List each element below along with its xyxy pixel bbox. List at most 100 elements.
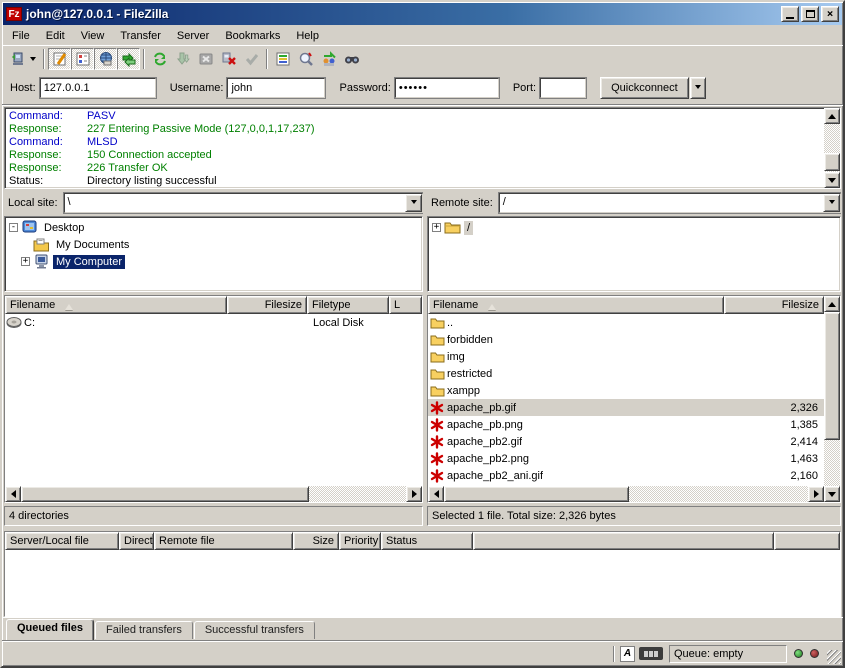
scroll-down-button[interactable] bbox=[824, 172, 840, 188]
host-input[interactable] bbox=[40, 78, 156, 98]
find-button[interactable] bbox=[340, 48, 363, 70]
menu-server[interactable]: Server bbox=[169, 28, 217, 44]
tree-item-label[interactable]: Desktop bbox=[41, 221, 87, 235]
minimize-button[interactable] bbox=[781, 6, 799, 22]
column-header-blank bbox=[774, 532, 840, 550]
username-input[interactable] bbox=[227, 78, 325, 98]
quickconnect-dropdown-button[interactable] bbox=[690, 77, 706, 99]
column-header-filesize[interactable]: Filesize bbox=[724, 296, 824, 314]
log-vertical-scrollbar[interactable] bbox=[824, 108, 840, 188]
remote-site-dropdown-button[interactable] bbox=[823, 194, 840, 212]
column-header-remote-file[interactable]: Remote file bbox=[154, 532, 293, 550]
remote-site-combobox[interactable]: / bbox=[499, 193, 841, 213]
port-input[interactable] bbox=[540, 78, 586, 98]
remote-site-value[interactable]: / bbox=[500, 194, 823, 212]
column-header-direction[interactable]: Directi... bbox=[119, 532, 154, 550]
local-horizontal-scrollbar[interactable] bbox=[5, 486, 422, 502]
scroll-thumb[interactable] bbox=[444, 486, 629, 502]
scroll-up-button[interactable] bbox=[824, 108, 840, 124]
remote-file-row[interactable]: restricted bbox=[428, 365, 824, 382]
toggle-log-button[interactable] bbox=[48, 48, 71, 70]
remote-file-row[interactable]: img bbox=[428, 348, 824, 365]
scroll-thumb[interactable] bbox=[824, 312, 840, 440]
scroll-track[interactable] bbox=[824, 124, 840, 172]
expand-icon[interactable]: + bbox=[21, 257, 30, 266]
remote-file-row[interactable]: .. bbox=[428, 314, 824, 331]
close-button[interactable]: × bbox=[821, 6, 839, 22]
tab-successful-transfers[interactable]: Successful transfers bbox=[194, 621, 315, 639]
scroll-track[interactable] bbox=[629, 486, 808, 502]
tab-failed-transfers[interactable]: Failed transfers bbox=[95, 621, 193, 639]
titlebar[interactable]: Fz john@127.0.0.1 - FileZilla × bbox=[3, 3, 842, 25]
scroll-track[interactable] bbox=[824, 312, 840, 486]
scroll-track[interactable] bbox=[309, 486, 406, 502]
column-header-server-local-file[interactable]: Server/Local file bbox=[5, 532, 119, 550]
cancel-button[interactable] bbox=[194, 48, 217, 70]
transfer-type-ascii-icon[interactable]: A bbox=[620, 646, 635, 662]
disconnect-button[interactable] bbox=[217, 48, 240, 70]
tree-item-label[interactable]: My Computer bbox=[53, 255, 125, 269]
speed-limits-icon[interactable] bbox=[639, 647, 663, 660]
tree-item-root[interactable]: + / bbox=[432, 219, 840, 236]
scroll-left-button[interactable] bbox=[5, 486, 21, 502]
tree-item-my-computer[interactable]: + My Computer bbox=[9, 253, 422, 270]
column-header-filename[interactable]: Filename bbox=[428, 296, 724, 314]
local-site-value[interactable]: \ bbox=[65, 194, 405, 212]
scroll-up-button[interactable] bbox=[824, 296, 840, 312]
resize-grip[interactable] bbox=[827, 650, 841, 664]
local-site-combobox[interactable]: \ bbox=[64, 193, 423, 213]
remote-file-row[interactable]: apache_pb2_ani.gif2,160 bbox=[428, 467, 824, 484]
column-header-filetype[interactable]: Filetype bbox=[307, 296, 389, 314]
sync-browsing-button[interactable] bbox=[317, 48, 340, 70]
menu-view[interactable]: View bbox=[73, 28, 113, 44]
scroll-right-button[interactable] bbox=[808, 486, 824, 502]
column-header-filename[interactable]: Filename bbox=[5, 296, 227, 314]
queue-body[interactable] bbox=[5, 550, 840, 616]
menu-file[interactable]: File bbox=[4, 28, 38, 44]
tree-item-label[interactable]: My Documents bbox=[53, 238, 132, 252]
refresh-button[interactable] bbox=[148, 48, 171, 70]
password-input[interactable] bbox=[395, 78, 499, 98]
remote-tree: + / bbox=[427, 216, 841, 292]
remote-file-row[interactable]: apache_pb2.png1,463 bbox=[428, 450, 824, 467]
column-header-priority[interactable]: Priority bbox=[339, 532, 381, 550]
reconnect-button[interactable] bbox=[240, 48, 263, 70]
remote-file-row[interactable]: apache_pb.png1,385 bbox=[428, 416, 824, 433]
column-header-status[interactable]: Status bbox=[381, 532, 473, 550]
menu-edit[interactable]: Edit bbox=[38, 28, 73, 44]
remote-file-row[interactable]: forbidden bbox=[428, 331, 824, 348]
site-manager-button[interactable] bbox=[6, 48, 40, 70]
scroll-thumb[interactable] bbox=[824, 153, 840, 171]
scroll-left-button[interactable] bbox=[428, 486, 444, 502]
filter-button[interactable] bbox=[271, 48, 294, 70]
tab-queued-files[interactable]: Queued files bbox=[6, 619, 94, 640]
compare-button[interactable] bbox=[294, 48, 317, 70]
remote-file-row-selected[interactable]: apache_pb.gif2,326 bbox=[428, 399, 824, 416]
column-header-filesize[interactable]: Filesize bbox=[227, 296, 307, 314]
remote-file-row[interactable]: apache_pb2.gif2,414 bbox=[428, 433, 824, 450]
scroll-down-button[interactable] bbox=[824, 486, 840, 502]
menu-help[interactable]: Help bbox=[288, 28, 327, 44]
remote-horizontal-scrollbar[interactable] bbox=[428, 486, 824, 502]
scroll-thumb[interactable] bbox=[21, 486, 309, 502]
toggle-queue-button[interactable] bbox=[117, 48, 140, 70]
tree-item-my-documents[interactable]: My Documents bbox=[9, 236, 422, 253]
toggle-remote-tree-button[interactable] bbox=[94, 48, 117, 70]
column-header-size[interactable]: Size bbox=[293, 532, 339, 550]
collapse-icon[interactable]: - bbox=[9, 223, 18, 232]
expand-icon[interactable]: + bbox=[432, 223, 441, 232]
tree-item-desktop[interactable]: - Desktop bbox=[9, 219, 422, 236]
column-header-last-modified[interactable]: L bbox=[389, 296, 422, 314]
quickconnect-button[interactable]: Quickconnect bbox=[600, 77, 689, 99]
local-site-dropdown-button[interactable] bbox=[405, 194, 422, 212]
process-queue-button[interactable] bbox=[171, 48, 194, 70]
local-file-row[interactable]: C: Local Disk bbox=[5, 314, 422, 331]
scroll-right-button[interactable] bbox=[406, 486, 422, 502]
maximize-button[interactable] bbox=[801, 6, 819, 22]
tree-item-label[interactable]: / bbox=[464, 221, 473, 235]
menu-transfer[interactable]: Transfer bbox=[112, 28, 169, 44]
remote-file-row[interactable]: xampp bbox=[428, 382, 824, 399]
menu-bookmarks[interactable]: Bookmarks bbox=[217, 28, 288, 44]
toggle-local-tree-button[interactable] bbox=[71, 48, 94, 70]
remote-vertical-scrollbar[interactable] bbox=[824, 296, 840, 502]
